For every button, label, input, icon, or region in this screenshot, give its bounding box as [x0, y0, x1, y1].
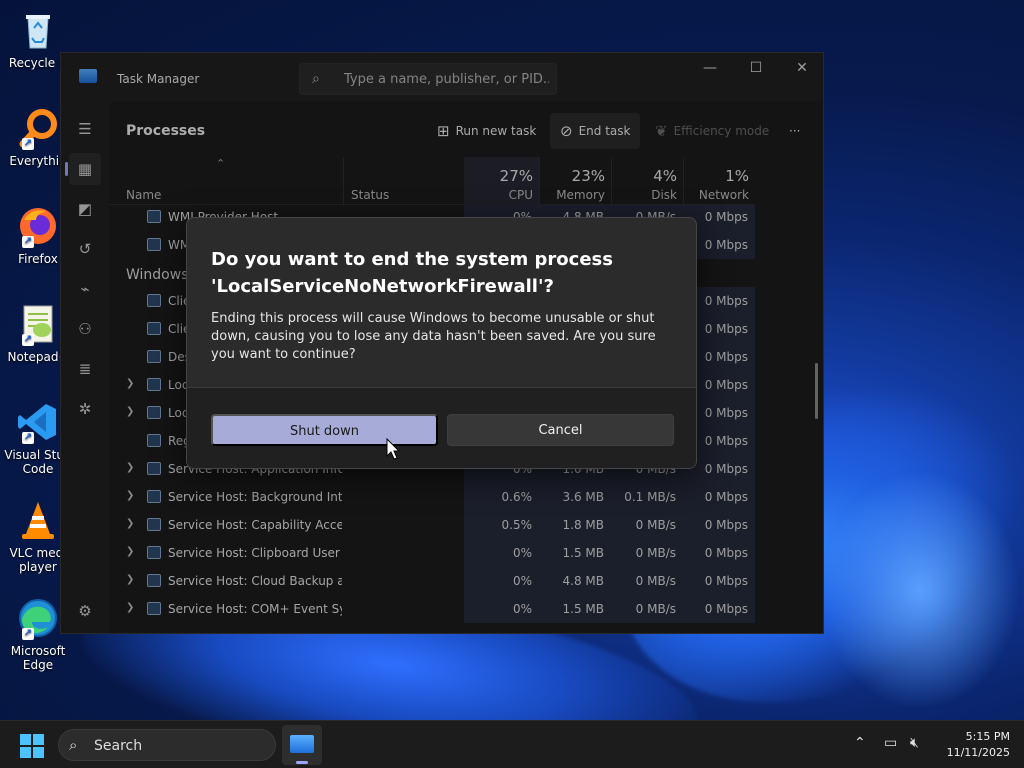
everything-search-icon: ↗: [16, 106, 60, 150]
vscode-icon: ↗: [16, 400, 60, 444]
clock-time: 5:15 PM: [965, 730, 1010, 743]
task-manager-icon: [290, 735, 314, 753]
vlc-cone-icon: [16, 498, 60, 542]
search-icon: ⌕: [69, 736, 78, 754]
taskbar-task-manager[interactable]: [282, 725, 322, 765]
dialog-footer: Shut down Cancel: [187, 387, 696, 468]
recycle-bin-icon: [16, 8, 60, 52]
taskbar-search-label: Search: [94, 738, 143, 754]
shut-down-button[interactable]: Shut down: [211, 414, 438, 446]
taskbar-search[interactable]: ⌕ Search: [58, 729, 276, 761]
taskbar: ⌕ Search ⌃ ▭ 🔇︎ 5:15 PM 11/11/2025: [0, 720, 1024, 768]
network-monitor-icon[interactable]: ▭: [884, 735, 897, 751]
notepad-plus-plus-icon: ↗: [16, 302, 60, 346]
end-process-dialog: Do you want to end the system process 'L…: [186, 217, 697, 469]
shortcut-arrow-icon: ↗: [22, 334, 34, 346]
edge-icon: ↗: [16, 596, 60, 640]
shortcut-arrow-icon: ↗: [22, 236, 34, 248]
wallpaper-bloom: [820, 470, 1020, 710]
dialog-title: Do you want to end the system process 'L…: [211, 249, 613, 297]
dialog-message: Ending this process will cause Windows t…: [211, 311, 656, 362]
running-indicator: [296, 761, 308, 764]
clock[interactable]: 5:15 PM 11/11/2025: [938, 729, 1010, 761]
start-button[interactable]: [20, 734, 44, 758]
cancel-button[interactable]: Cancel: [447, 414, 674, 446]
shortcut-arrow-icon: ↗: [22, 432, 34, 444]
firefox-icon: ↗: [16, 204, 60, 248]
shortcut-arrow-icon: ↗: [22, 138, 34, 150]
clock-date: 11/11/2025: [946, 746, 1010, 759]
speaker-muted-icon[interactable]: 🔇︎: [910, 735, 919, 751]
shortcut-arrow-icon: ↗: [22, 628, 34, 640]
desktop-icon-label: Microsoft Edge: [10, 644, 66, 672]
show-hidden-icons-chevron-icon[interactable]: ⌃: [854, 735, 866, 751]
